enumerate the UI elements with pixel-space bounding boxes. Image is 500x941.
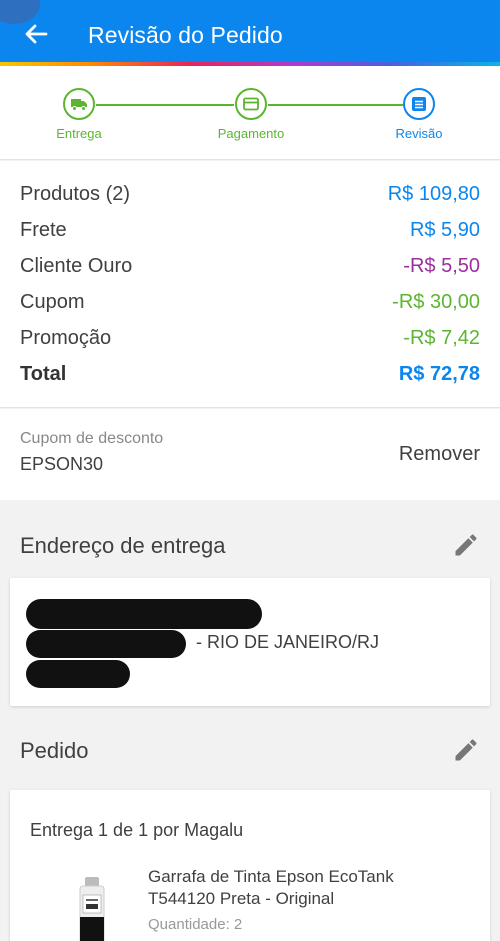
summary-label: Produtos (2) <box>20 183 131 205</box>
summary-row-cliente-ouro: Cliente Ouro -R$ 5,50 <box>20 253 480 289</box>
summary-label: Promoção <box>20 327 112 349</box>
summary-row-cupom: Cupom -R$ 30,00 <box>20 289 480 325</box>
order-card: Entrega 1 de 1 por Magalu Garrafa de Tin… <box>10 790 490 941</box>
summary-row-produtos: Produtos (2) R$ 109,80 <box>20 181 480 217</box>
order-section-title: Pedido <box>20 738 89 763</box>
summary-label: Frete <box>20 219 67 241</box>
remove-coupon-button[interactable]: Remover <box>399 443 480 466</box>
step-entrega[interactable]: Entrega <box>24 88 134 141</box>
ink-bottle-image <box>72 877 112 941</box>
address-city: - RIO DE JANEIRO/RJ <box>196 632 380 652</box>
summary-row-total: Total R$ 72,78 <box>20 361 480 397</box>
page-title: Revisão do Pedido <box>88 22 283 48</box>
address-card: - RIO DE JANEIRO/RJ <box>10 578 490 706</box>
total-label: Total <box>20 363 67 385</box>
redacted-address-line <box>26 599 262 629</box>
total-value: R$ 72,78 <box>398 363 480 385</box>
back-arrow-icon[interactable] <box>18 16 54 52</box>
redacted-address-line <box>26 630 186 658</box>
summary-value: R$ 109,80 <box>387 183 480 205</box>
step-label: Pagamento <box>217 126 285 141</box>
summary-value: -R$ 5,50 <box>403 255 480 277</box>
summary-label: Cliente Ouro <box>20 255 133 277</box>
truck-icon <box>63 88 95 120</box>
card-icon <box>235 88 267 120</box>
step-label: Revisão <box>395 126 443 141</box>
summary-value: -R$ 30,00 <box>392 291 480 313</box>
list-icon <box>403 88 435 120</box>
edit-order-pencil-icon[interactable] <box>452 736 480 764</box>
edit-address-pencil-icon[interactable] <box>452 531 480 559</box>
summary-row-frete: Frete R$ 5,90 <box>20 217 480 253</box>
address-section-title: Endereço de entrega <box>20 533 226 558</box>
checkout-stepper: Entrega Pagamento Revisão <box>0 66 500 160</box>
order-summary: Produtos (2) R$ 109,80 Frete R$ 5,90 Cli… <box>0 161 500 408</box>
step-pagamento[interactable]: Pagamento <box>196 88 306 141</box>
app-bar: Revisão do Pedido <box>0 0 500 66</box>
delivery-label: Entrega 1 de 1 por Magalu <box>30 820 244 840</box>
step-label: Entrega <box>56 126 102 141</box>
product-quantity: Quantidade: 2 <box>148 916 243 933</box>
summary-value: -R$ 7,42 <box>403 327 480 349</box>
summary-label: Cupom <box>20 291 85 313</box>
coupon-section: Cupom de desconto EPSON30 Remover <box>0 409 500 500</box>
redacted-address-line <box>26 660 130 688</box>
product-name[interactable]: Garrafa de Tinta Epson EcoTank T544120 P… <box>148 866 448 910</box>
summary-value: R$ 5,90 <box>409 219 480 241</box>
step-revisao[interactable]: Revisão <box>364 88 474 141</box>
summary-row-promocao: Promoção -R$ 7,42 <box>20 325 480 361</box>
